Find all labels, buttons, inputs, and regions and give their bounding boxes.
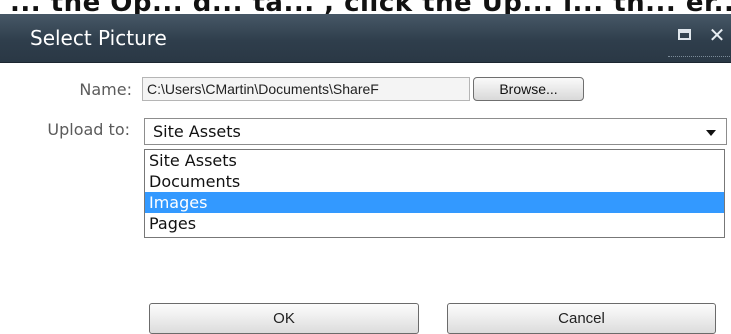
background-caption-strip: ... the Op... d... ta... , click the Up.… — [0, 0, 731, 14]
cancel-button[interactable]: Cancel — [447, 303, 716, 334]
dialog-title: Select Picture — [30, 26, 167, 50]
dropdown-option-documents[interactable]: Documents — [145, 171, 724, 192]
titlebar-divider — [668, 56, 730, 57]
upload-to-label: Upload to: — [47, 120, 130, 139]
dropdown-option-pages[interactable]: Pages — [145, 213, 724, 234]
background-caption: ... the Op... d... ta... , click the Up.… — [10, 0, 731, 14]
chevron-down-icon[interactable] — [706, 130, 716, 136]
dropdown-option-site-assets[interactable]: Site Assets — [145, 150, 724, 171]
dropdown-option-images[interactable]: Images — [145, 192, 724, 213]
upload-to-dropdown-list: Site Assets Documents Images Pages — [144, 149, 725, 238]
maximize-icon[interactable] — [676, 27, 693, 44]
upload-to-select[interactable]: Site Assets — [144, 118, 727, 145]
ok-button[interactable]: OK — [149, 303, 419, 334]
name-label: Name: — [79, 80, 132, 99]
file-path-input[interactable]: C:\Users\CMartin\Documents\ShareF — [142, 77, 470, 101]
upload-to-selected-value: Site Assets — [153, 122, 241, 141]
select-picture-dialog: Select Picture ✕ Name: C:\Users\CMartin\… — [0, 14, 731, 334]
close-icon[interactable]: ✕ — [705, 23, 729, 47]
browse-button[interactable]: Browse... — [473, 77, 584, 101]
maximize-icon-box — [678, 29, 691, 40]
dialog-titlebar: Select Picture ✕ — [0, 14, 731, 63]
